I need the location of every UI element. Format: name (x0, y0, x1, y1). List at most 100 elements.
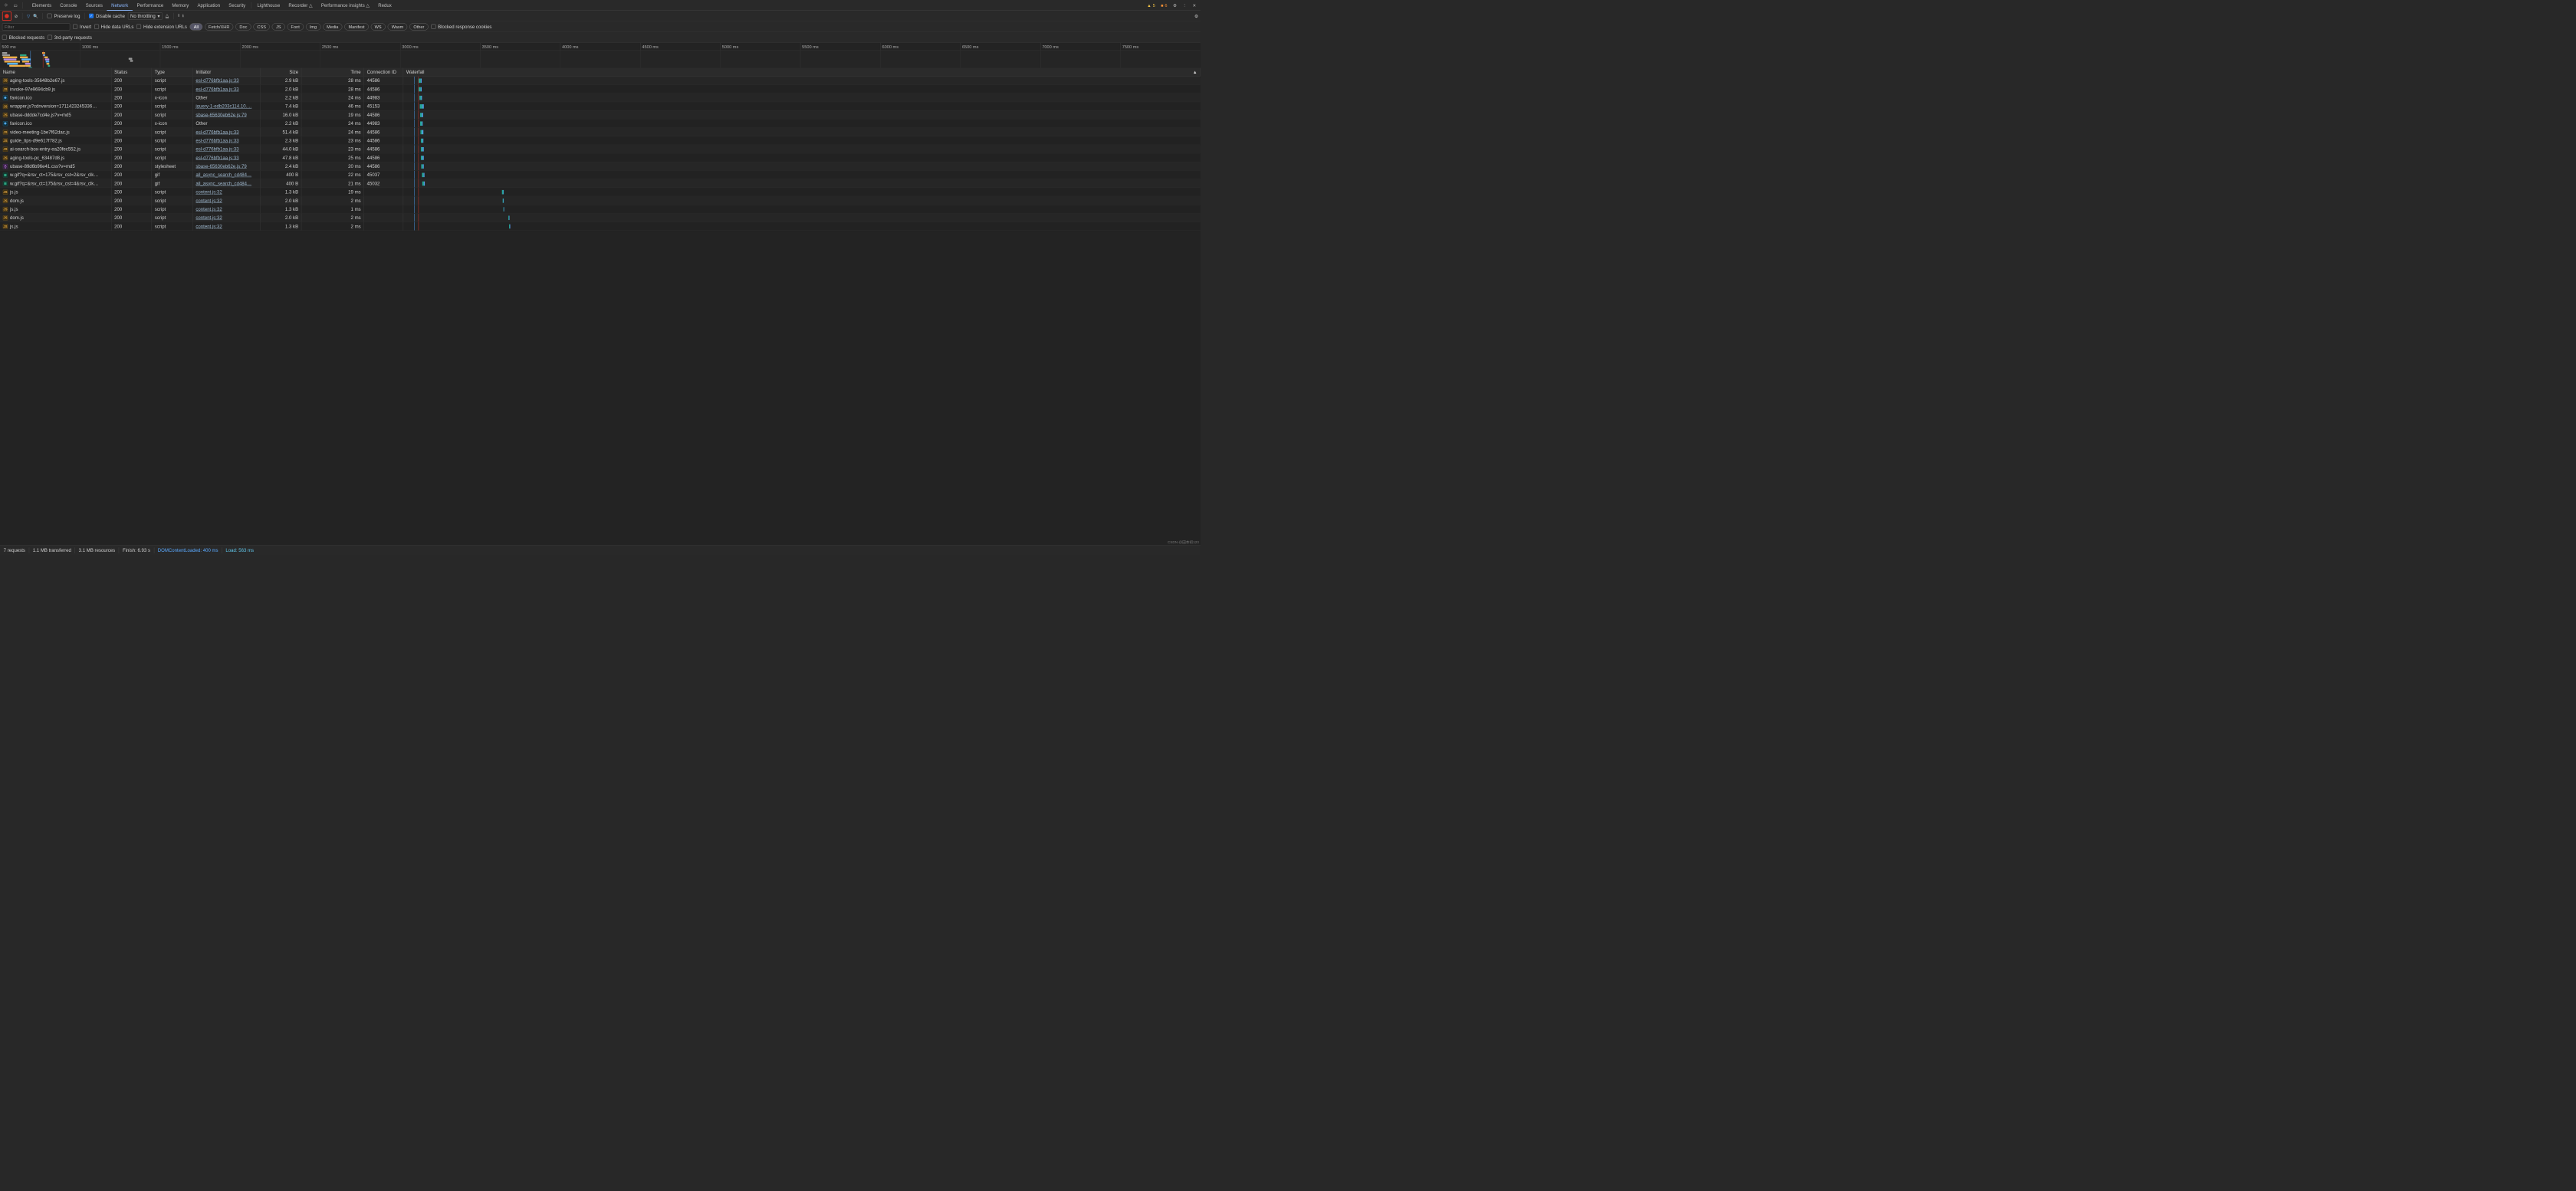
column-status[interactable]: Status (111, 68, 152, 77)
type-filter-fetchxhr[interactable]: Fetch/XHR (205, 23, 234, 30)
table-row[interactable]: JSjs.js200scriptcontent.js:321.3 kB2 ms (0, 222, 1201, 231)
record-button[interactable] (2, 11, 12, 21)
network-conditions-icon[interactable]: ⧋ (166, 13, 169, 18)
hide-extension-urls-checkbox[interactable]: Hide extension URLs (136, 24, 187, 29)
requests-table: NameStatusTypeInitiatorSizeTimeConnectio… (0, 68, 1201, 546)
type-filter-wasm[interactable]: Wasm (388, 23, 408, 30)
inspect-element-icon[interactable]: ⟐ (2, 1, 10, 9)
export-har-icon[interactable]: ⭱ (178, 12, 179, 20)
table-row[interactable]: JSguide_tips-d9e617f782.js200scriptesl-d… (0, 136, 1201, 145)
tab-security[interactable]: Security (225, 0, 250, 11)
network-settings-gear-icon[interactable]: ⚙ (1194, 13, 1198, 18)
initiator-link[interactable]: content.js:32 (196, 189, 222, 195)
clear-icon[interactable]: ⊘ (15, 13, 18, 18)
table-row[interactable]: JSai-search-box-entry-ea20fec552.js200sc… (0, 145, 1201, 153)
table-row[interactable]: JSvideo-meeting-1be7f62dac.js200scriptes… (0, 128, 1201, 136)
table-row[interactable]: JSjs.js200scriptcontent.js:321.3 kB1 ms (0, 205, 1201, 213)
tab-performance[interactable]: Performance (133, 0, 168, 11)
table-row[interactable]: ▦w.gif?q=&rsv_ct=175&rsv_cst=2&rsv_clk…2… (0, 171, 1201, 179)
tab-memory[interactable]: Memory (168, 0, 193, 11)
type-filter-img[interactable]: Img (306, 23, 321, 30)
initiator-link[interactable]: content.js:32 (196, 198, 222, 203)
tab-redux[interactable]: Redux (374, 0, 396, 11)
initiator-link[interactable]: esl-d776bfb1aa.js:33 (196, 146, 238, 152)
device-toggle-icon[interactable]: ▭ (12, 2, 20, 9)
initiator-link[interactable]: esl-d776bfb1aa.js:33 (196, 130, 238, 135)
network-toolbar: ⊘ ▽ 🔍 Preserve log ✓ Disable cache No th… (0, 11, 1201, 21)
initiator-link[interactable]: content.js:32 (196, 224, 222, 229)
initiator-link[interactable]: esl-d776bfb1aa.js:33 (196, 155, 238, 160)
initiator-link[interactable]: all_async_search_cd484… (196, 172, 251, 178)
initiator-link[interactable]: all_async_search_cd484… (196, 181, 251, 186)
errors-badge[interactable]: ■ 6 (1158, 2, 1169, 8)
table-row[interactable]: JSaging-tools-35648b2e67.js200scriptesl-… (0, 77, 1201, 85)
js-file-icon: JS (3, 130, 8, 135)
more-menu-icon[interactable]: ⋮ (1181, 2, 1189, 9)
third-party-checkbox[interactable]: 3rd-party requests (48, 34, 92, 40)
column-size[interactable]: Size (261, 68, 302, 77)
table-row[interactable]: JSubase-dddde7cd4e.js?v=md5200scriptsbas… (0, 110, 1201, 119)
cell-status: 200 (111, 102, 152, 110)
initiator-link[interactable]: content.js:32 (196, 206, 222, 212)
tab-performance-insights[interactable]: Performance insights △ (317, 0, 373, 11)
hide-data-urls-checkbox[interactable]: Hide data URLs (94, 24, 134, 29)
type-filter-ws[interactable]: WS (371, 23, 386, 30)
tab-elements[interactable]: Elements (28, 0, 55, 11)
table-row[interactable]: {}ubase-89d6b96e41.css?v=md5200styleshee… (0, 162, 1201, 171)
disable-cache-checkbox[interactable]: ✓ Disable cache (89, 13, 125, 18)
tab-sources[interactable]: Sources (81, 0, 107, 11)
cell-connection-id (364, 214, 403, 222)
search-icon[interactable]: 🔍 (33, 13, 38, 18)
table-header[interactable]: NameStatusTypeInitiatorSizeTimeConnectio… (0, 68, 1201, 77)
column-connection-id[interactable]: Connection ID (364, 68, 403, 77)
throttling-select[interactable]: No throttling ▾ (128, 12, 163, 19)
type-filter-media[interactable]: Media (323, 23, 342, 30)
blocked-cookies-checkbox[interactable]: Blocked response cookies (431, 24, 491, 29)
cell-name: JSubase-dddde7cd4e.js?v=md5 (0, 110, 111, 119)
table-row[interactable]: ◉favicon.ico200x-iconOther2.2 kB24 ms449… (0, 94, 1201, 102)
table-row[interactable]: ▦w.gif?q=&rsv_ct=175&rsv_cst=4&rsv_clk…2… (0, 179, 1201, 188)
type-filter-other[interactable]: Other (409, 23, 428, 30)
close-devtools-icon[interactable]: ✕ (1191, 2, 1198, 9)
table-row[interactable]: JSinvoke-97e9694cb9.js200scriptesl-d776b… (0, 85, 1201, 94)
cell-size: 1.3 kB (261, 188, 302, 196)
tab-lighthouse[interactable]: Lighthouse (253, 0, 284, 11)
table-row[interactable]: ◉favicon.ico200x-iconOther2.2 kB24 ms449… (0, 120, 1201, 128)
table-row[interactable]: JSdom.js200scriptcontent.js:322.0 kB2 ms (0, 214, 1201, 222)
column-name[interactable]: Name (0, 68, 111, 77)
warnings-badge[interactable]: ▲ 5 (1145, 2, 1157, 8)
column-waterfall[interactable]: Waterfall▲ (403, 68, 1201, 77)
tab-console[interactable]: Console (56, 0, 81, 11)
initiator-link[interactable]: esl-d776bfb1aa.js:33 (196, 87, 238, 92)
filter-funnel-icon[interactable]: ▽ (27, 13, 30, 18)
import-har-icon[interactable]: ⭳ (182, 12, 184, 20)
column-initiator[interactable]: Initiator (193, 68, 261, 77)
table-row[interactable]: JSaging-tools-pc_63487d8.js200scriptesl-… (0, 153, 1201, 162)
type-filter-js[interactable]: JS (272, 23, 285, 30)
type-filter-css[interactable]: CSS (253, 23, 270, 30)
type-filter-all[interactable]: All (190, 23, 202, 30)
table-row[interactable]: JSdom.js200scriptcontent.js:322.0 kB2 ms (0, 196, 1201, 205)
type-filter-manifest[interactable]: Manifest (344, 23, 368, 30)
initiator-link[interactable]: jquery-1-edb203c114.10.… (196, 103, 251, 109)
tab-network[interactable]: Network (107, 0, 133, 11)
type-filter-doc[interactable]: Doc (235, 23, 251, 30)
settings-gear-icon[interactable]: ⚙ (1171, 2, 1179, 9)
column-time[interactable]: Time (301, 68, 364, 77)
type-filter-font[interactable]: Font (287, 23, 303, 30)
filter-input[interactable] (2, 23, 71, 30)
table-row[interactable]: JSjs.js200scriptcontent.js:321.3 kB19 ms (0, 188, 1201, 196)
initiator-link[interactable]: sbase-65630eb62e.js:79 (196, 163, 246, 169)
column-type[interactable]: Type (152, 68, 193, 77)
initiator-link[interactable]: content.js:32 (196, 215, 222, 221)
blocked-requests-checkbox[interactable]: Blocked requests (2, 34, 44, 40)
invert-checkbox[interactable]: Invert (73, 24, 91, 29)
initiator-link[interactable]: sbase-65630eb62e.js:79 (196, 112, 246, 117)
tab-recorder[interactable]: Recorder △ (284, 0, 317, 11)
cell-waterfall (403, 222, 1201, 231)
preserve-log-checkbox[interactable]: Preserve log (48, 13, 80, 18)
table-row[interactable]: JSwrapper.js?cdnversion=1711423245336…20… (0, 102, 1201, 110)
initiator-link[interactable]: esl-d776bfb1aa.js:33 (196, 138, 238, 143)
tab-application[interactable]: Application (193, 0, 225, 11)
initiator-link[interactable]: esl-d776bfb1aa.js:33 (196, 78, 238, 84)
